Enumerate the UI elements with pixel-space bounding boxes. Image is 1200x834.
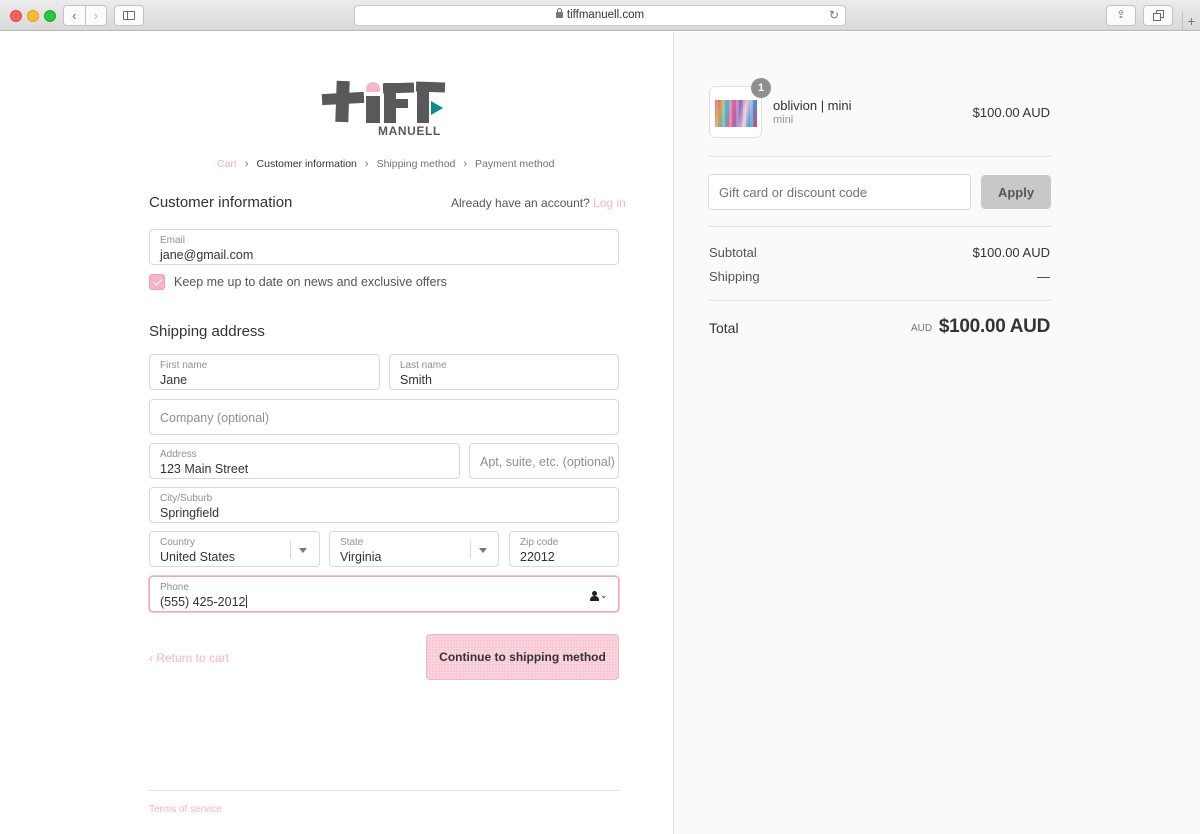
zoom-window-button[interactable] xyxy=(44,10,56,22)
newsletter-label[interactable]: Keep me up to date on news and exclusive… xyxy=(174,275,447,289)
phone-value-wrap: (555) 425-2012 xyxy=(160,595,248,609)
first-name-value: Jane xyxy=(160,373,188,387)
first-name-field[interactable]: First name Jane xyxy=(149,354,380,390)
account-prompt: Already have an account? Log in xyxy=(451,196,626,210)
new-tab-icon[interactable]: + xyxy=(1182,12,1200,31)
address-field[interactable]: Address 123 Main Street xyxy=(149,443,460,479)
first-name-label: First name xyxy=(160,360,208,371)
chevron-right-icon: › xyxy=(364,158,369,170)
breadcrumb-cart[interactable]: Cart xyxy=(217,158,237,170)
phone-field[interactable]: Phone (555) 425-2012 ⌄ xyxy=(149,576,619,612)
sidebar-icon[interactable] xyxy=(114,5,144,26)
apply-discount-button[interactable]: Apply xyxy=(981,175,1051,209)
login-link[interactable]: Log in xyxy=(593,196,626,210)
phone-value: (555) 425-2012 xyxy=(160,595,246,609)
contact-autofill-icon[interactable]: ⌄ xyxy=(590,590,608,601)
address-bar[interactable]: tiffmanuell.com ↻ xyxy=(354,5,846,26)
last-name-field[interactable]: Last name Smith xyxy=(389,354,619,390)
zip-code-label: Zip code xyxy=(520,537,559,548)
breadcrumb-customer-information: Customer information xyxy=(256,158,357,170)
country-label: Country xyxy=(160,537,196,548)
state-label: State xyxy=(340,537,364,548)
lock-icon xyxy=(555,8,563,18)
terms-of-service-link[interactable]: Terms of service xyxy=(149,804,222,815)
shipping-value: — xyxy=(1037,269,1050,284)
close-window-button[interactable] xyxy=(10,10,22,22)
customer-information-heading: Customer information xyxy=(149,194,293,211)
breadcrumb: Cart › Customer information › Shipping metho… xyxy=(217,158,554,170)
discount-code-input[interactable] xyxy=(708,174,971,210)
email-value: jane@gmail.com xyxy=(160,248,254,262)
logo-wordmark: MANUELL xyxy=(378,124,441,138)
footer-divider xyxy=(149,790,619,791)
newsletter-checkbox[interactable] xyxy=(149,274,165,290)
product-variant: mini xyxy=(773,114,794,126)
product-price: $100.00 AUD xyxy=(972,105,1050,120)
share-icon[interactable]: ⇪ xyxy=(1106,5,1136,26)
apartment-placeholder: Apt, suite, etc. (optional) xyxy=(480,455,615,469)
city-value: Springfield xyxy=(160,506,220,520)
tabs-icon[interactable] xyxy=(1143,5,1173,26)
email-label: Email xyxy=(160,235,186,246)
return-to-cart-link[interactable]: ‹ Return to cart xyxy=(149,651,229,665)
total-value: $100.00 AUD xyxy=(938,316,1050,337)
reload-icon[interactable]: ↻ xyxy=(829,6,839,25)
city-label: City/Suburb xyxy=(160,493,213,504)
order-summary-panel xyxy=(673,32,1200,834)
zip-code-value: 22012 xyxy=(520,550,555,564)
subtotal-label: Subtotal xyxy=(709,245,757,260)
quantity-badge: 1 xyxy=(751,78,771,98)
forward-icon[interactable]: › xyxy=(85,5,107,26)
chevron-down-icon xyxy=(299,548,307,553)
account-prompt-text: Already have an account? xyxy=(451,196,590,210)
country-value: United States xyxy=(160,550,236,564)
summary-divider xyxy=(709,300,1051,301)
company-placeholder: Company (optional) xyxy=(160,411,270,425)
summary-divider xyxy=(709,156,1051,157)
shipping-address-heading: Shipping address xyxy=(149,323,265,340)
store-logo[interactable]: MANUELL xyxy=(320,79,448,139)
city-field[interactable]: City/Suburb Springfield xyxy=(149,487,619,523)
shipping-label: Shipping xyxy=(709,269,760,284)
total-currency: AUD xyxy=(911,323,933,334)
chevron-down-icon xyxy=(479,548,487,553)
history-buttons: ‹ › xyxy=(63,5,107,26)
phone-label: Phone xyxy=(160,582,189,593)
back-icon[interactable]: ‹ xyxy=(63,5,86,26)
minimize-window-button[interactable] xyxy=(27,10,39,22)
browser-toolbar: ‹ › tiffmanuell.com ↻ ⇪ + xyxy=(0,0,1200,31)
url-text: tiffmanuell.com xyxy=(566,9,645,21)
country-select[interactable]: Country United States xyxy=(149,531,320,567)
state-value: Virginia xyxy=(340,550,382,564)
address-value: 123 Main Street xyxy=(160,462,249,476)
email-field[interactable]: Email jane@gmail.com xyxy=(149,229,619,265)
product-name: oblivion | mini xyxy=(773,98,852,113)
text-cursor xyxy=(246,595,248,608)
continue-to-shipping-button[interactable]: Continue to shipping method xyxy=(426,634,619,680)
company-field[interactable]: Company (optional) xyxy=(149,399,619,435)
zip-code-field[interactable]: Zip code 22012 xyxy=(509,531,619,567)
last-name-value: Smith xyxy=(400,373,432,387)
chevron-right-icon: › xyxy=(244,158,249,170)
subtotal-value: $100.00 AUD xyxy=(972,245,1050,260)
chevron-right-icon: › xyxy=(463,158,468,170)
total-label: Total xyxy=(709,320,739,336)
state-select[interactable]: State Virginia xyxy=(329,531,499,567)
address-label: Address xyxy=(160,449,197,460)
last-name-label: Last name xyxy=(400,360,447,371)
breadcrumb-shipping-method: Shipping method xyxy=(376,158,456,170)
breadcrumb-payment-method: Payment method xyxy=(475,158,555,170)
apartment-field[interactable]: Apt, suite, etc. (optional) xyxy=(469,443,619,479)
summary-divider xyxy=(709,226,1051,227)
